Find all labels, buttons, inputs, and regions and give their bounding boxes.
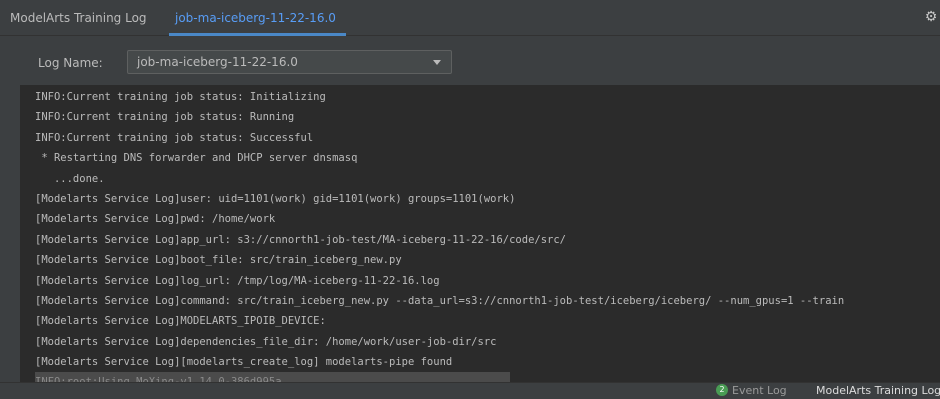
- tool-window-header: ModelArts Training Log job-ma-iceberg-11…: [0, 0, 940, 36]
- log-line: ...done.: [35, 172, 105, 185]
- log-line: INFO:Current training job status: Runnin…: [35, 111, 295, 124]
- chevron-down-icon: [433, 60, 441, 65]
- log-line: [Modelarts Service Log]app_url: s3://cnn…: [35, 233, 567, 246]
- log-line: INFO:Current training job status: Succes…: [35, 131, 314, 144]
- log-name-label: Log Name:: [38, 56, 103, 70]
- log-line: [Modelarts Service Log][modelarts_create…: [35, 356, 453, 369]
- status-bar: 2 Event Log ModelArts Training Log: [0, 382, 940, 398]
- log-line: [Modelarts Service Log]command: src/trai…: [35, 294, 845, 307]
- training-log-button[interactable]: ModelArts Training Log: [816, 383, 940, 399]
- log-lines: INFO:Current training job status: Initia…: [35, 87, 844, 382]
- log-line: [Modelarts Service Log]dependencies_file…: [35, 335, 497, 348]
- event-log-label: Event Log: [732, 384, 787, 397]
- log-line: [Modelarts Service Log]pwd: /home/work: [35, 213, 276, 226]
- log-line: [Modelarts Service Log]boot_file: src/tr…: [35, 254, 402, 267]
- event-count-badge: 2: [716, 384, 728, 396]
- event-log-button[interactable]: 2 Event Log: [716, 383, 787, 399]
- training-log-label: ModelArts Training Log: [816, 384, 940, 397]
- tool-window-title: ModelArts Training Log: [10, 11, 147, 25]
- log-console[interactable]: INFO:Current training job status: Initia…: [20, 85, 940, 382]
- tab-label: job-ma-iceberg-11-22-16.0: [175, 11, 336, 25]
- log-name-select[interactable]: job-ma-iceberg-11-22-16.0: [127, 50, 452, 74]
- log-line: [Modelarts Service Log]MODELARTS_IPOIB_D…: [35, 315, 326, 328]
- log-line-selected: INFO:root:Using MoXing-v1.14.0-386d995a: [35, 372, 510, 382]
- log-line: [Modelarts Service Log]user: uid=1101(wo…: [35, 192, 516, 205]
- log-line: INFO:Current training job status: Initia…: [35, 91, 326, 103]
- gear-icon[interactable]: ⚙: [924, 10, 938, 24]
- log-filter-bar: Log Name: job-ma-iceberg-11-22-16.0: [0, 37, 940, 85]
- log-line: * Restarting DNS forwarder and DHCP serv…: [35, 152, 358, 165]
- log-line: [Modelarts Service Log]log_url: /tmp/log…: [35, 274, 440, 287]
- log-name-selected-value: job-ma-iceberg-11-22-16.0: [137, 55, 298, 69]
- active-tab-indicator: [169, 33, 346, 36]
- tab-job-log[interactable]: job-ma-iceberg-11-22-16.0: [163, 0, 348, 36]
